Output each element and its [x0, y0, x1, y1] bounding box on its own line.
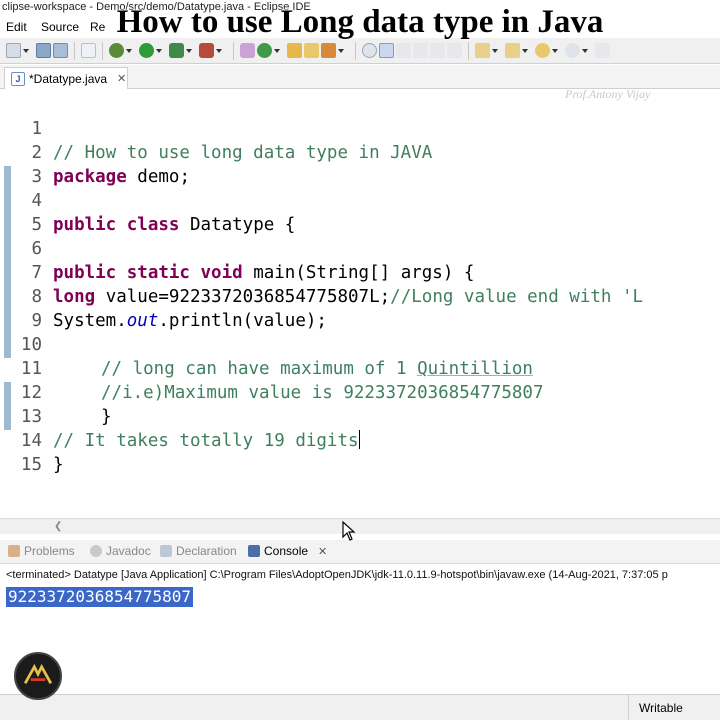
skip-breakpoints-icon[interactable] — [81, 43, 96, 58]
tab-javadoc[interactable]: Javadoc — [90, 544, 151, 558]
back-icon[interactable] — [535, 43, 550, 58]
new-java-class-icon[interactable] — [257, 43, 272, 58]
code-line-13: 13 // It takes totally 19 digits — [0, 381, 720, 451]
word-wrap-icon[interactable] — [430, 43, 445, 58]
close-icon[interactable]: ✕ — [117, 72, 126, 85]
code-line-4: 4 public class Datatype { — [0, 165, 720, 235]
status-bar: Writable — [0, 694, 720, 720]
chevron-down-icon[interactable] — [126, 48, 132, 53]
editor-horizontal-scrollbar[interactable]: ❮ — [0, 518, 720, 534]
tab-label: Javadoc — [106, 544, 151, 558]
new-icon[interactable] — [6, 43, 21, 58]
code-line-2: 2 package demo; — [0, 117, 720, 187]
coverage-icon[interactable] — [169, 43, 184, 58]
code-line-9: 9 — [0, 285, 720, 331]
tab-problems[interactable]: Problems — [8, 544, 75, 558]
problems-icon — [8, 545, 20, 557]
open-type-icon[interactable] — [287, 43, 302, 58]
code-line-7: 7 long value=9223372036854775807L;//Long… — [0, 237, 720, 307]
external-tools-icon[interactable] — [199, 43, 214, 58]
save-all-icon[interactable] — [53, 43, 68, 58]
toggle-breadcrumb-icon[interactable] — [396, 43, 411, 58]
editor-tab-bar: J *Datatype.java ✕ — [0, 65, 720, 89]
show-whitespace-icon[interactable] — [447, 43, 462, 58]
tab-label: Problems — [24, 544, 75, 558]
debug-icon[interactable] — [109, 43, 124, 58]
save-icon[interactable] — [36, 43, 51, 58]
code-line-1: 1 // How to use long data type in JAVA — [0, 93, 720, 163]
chevron-down-icon[interactable] — [522, 48, 528, 53]
block-selection-icon[interactable] — [413, 43, 428, 58]
code-line-10: 10 // long can have maximum of 1 Quintil… — [0, 309, 720, 379]
javadoc-icon — [90, 545, 102, 557]
logo-icon — [14, 652, 62, 700]
declaration-icon — [160, 545, 172, 557]
close-icon[interactable]: ✕ — [318, 545, 327, 558]
previous-annotation-icon[interactable] — [505, 43, 520, 58]
code-line-12: 12 } — [0, 357, 720, 427]
chevron-down-icon[interactable] — [582, 48, 588, 53]
code-line-5: 5 — [0, 189, 720, 235]
status-writable: Writable — [628, 695, 720, 720]
console-view[interactable]: <terminated> Datatype [Java Application]… — [0, 565, 720, 693]
code-line-15: 15 — [0, 429, 720, 475]
pen-icon[interactable] — [321, 43, 336, 58]
run-icon[interactable] — [139, 43, 154, 58]
code-editor[interactable]: Prof.Antony Vijay 1 // How to use long d… — [0, 90, 720, 518]
editor-tab-datatype[interactable]: J *Datatype.java ✕ — [4, 67, 128, 89]
code-line-6: 6 public static void main(String[] args)… — [0, 213, 720, 283]
code-line-8: 8 System.out.println(value); — [0, 261, 720, 331]
tab-declaration[interactable]: Declaration — [160, 544, 237, 558]
pin-editor-icon[interactable] — [595, 43, 610, 58]
toolbar-divider — [102, 41, 103, 60]
chevron-down-icon[interactable] — [23, 48, 29, 53]
chevron-down-icon[interactable] — [216, 48, 222, 53]
chevron-down-icon[interactable] — [186, 48, 192, 53]
code-line-3: 3 — [0, 141, 720, 187]
editor-tab-label: *Datatype.java — [29, 71, 108, 86]
toolbar-divider — [233, 41, 234, 60]
chevron-left-icon[interactable]: ❮ — [54, 521, 62, 532]
toolbar-divider — [468, 41, 469, 60]
views-tab-bar: Problems Javadoc Declaration Console ✕ — [0, 540, 720, 564]
mouse-pointer-icon — [342, 521, 356, 541]
chevron-down-icon[interactable] — [492, 48, 498, 53]
forward-icon[interactable] — [565, 43, 580, 58]
chevron-down-icon[interactable] — [552, 48, 558, 53]
code-text: } — [53, 455, 64, 475]
code-line-14: 14 } — [0, 405, 720, 475]
console-icon — [248, 545, 260, 557]
code-line-11: 11 //i.e)Maximum value is 92233720368547… — [0, 333, 720, 403]
tab-label: Console — [264, 544, 309, 558]
line-number: 15 — [20, 455, 42, 475]
toolbar-divider — [355, 41, 356, 60]
overlay-heading: How to use Long data type in Java — [116, 4, 604, 40]
tab-console[interactable]: Console ✕ — [248, 544, 327, 558]
chevron-down-icon[interactable] — [338, 48, 344, 53]
java-file-icon: J — [11, 71, 25, 86]
console-output[interactable]: 9223372036854775807 — [6, 587, 194, 607]
next-annotation-icon[interactable] — [475, 43, 490, 58]
console-header: <terminated> Datatype [Java Application]… — [6, 569, 668, 581]
search-icon[interactable] — [362, 43, 377, 58]
chevron-down-icon[interactable] — [274, 48, 280, 53]
new-java-project-icon[interactable] — [240, 43, 255, 58]
open-folder-icon[interactable] — [304, 43, 319, 58]
tab-label: Declaration — [176, 544, 237, 558]
chevron-down-icon[interactable] — [156, 48, 162, 53]
mark-occurrences-icon[interactable] — [379, 43, 394, 58]
toolbar-divider — [74, 41, 75, 60]
